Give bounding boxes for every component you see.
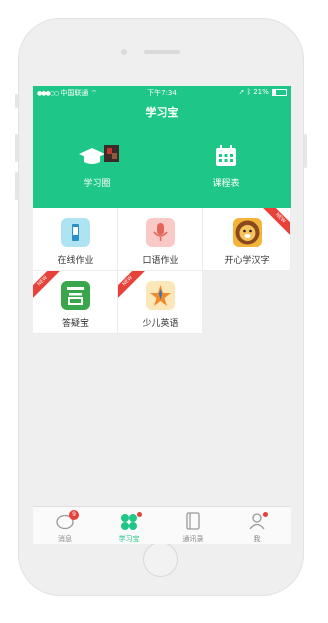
graduation-cap-icon	[79, 145, 119, 164]
star-icon	[146, 281, 175, 310]
page-title: 学习宝	[145, 106, 179, 119]
clover-icon	[121, 514, 137, 530]
home-button[interactable]	[143, 542, 178, 577]
study-circle-label: 学习圈	[83, 179, 111, 189]
battery-percent: 21%	[253, 88, 269, 96]
header: ●●●○○ 中国联通 ⌔ 下午7:34 ➚ ᛒ 21% 学习宝 学习圈 课程表	[33, 86, 291, 208]
address-book-icon	[186, 512, 200, 530]
bluetooth-icon: ᛒ	[246, 88, 251, 96]
pencil-icon	[61, 218, 90, 247]
status-right: ➚ ᛒ 21%	[239, 88, 287, 96]
app-label: 答疑宝	[61, 319, 89, 329]
app-happy-chinese[interactable]: 开心学汉字 NEW	[203, 208, 291, 271]
tab-label: 学习宝	[118, 535, 140, 543]
earpiece-speaker	[144, 50, 180, 54]
tab-me[interactable]: 我	[225, 507, 289, 544]
power-button	[304, 134, 307, 168]
microphone-icon	[146, 218, 175, 247]
front-camera	[121, 49, 127, 55]
volume-up-button	[15, 134, 18, 162]
microphone-glyph	[153, 223, 168, 241]
study-circle-icon-wrap	[57, 144, 137, 172]
schedule-button[interactable]: 课程表	[186, 144, 266, 189]
notification-dot	[263, 512, 268, 517]
answer-glyph	[67, 287, 84, 305]
tab-label: 消息	[58, 535, 72, 543]
tab-label: 我	[253, 535, 261, 543]
tab-bar: 9 消息 学习宝 通讯录 我	[33, 506, 291, 544]
unread-badge: 9	[69, 510, 79, 520]
pencil-glyph	[72, 224, 79, 241]
schedule-label: 课程表	[212, 179, 240, 189]
lion-glyph	[235, 220, 260, 245]
app-label: 少儿英语	[142, 319, 179, 329]
tab-study-treasure[interactable]: 学习宝	[97, 507, 161, 544]
silent-switch	[15, 94, 18, 108]
app-label: 在线作业	[57, 256, 94, 266]
status-bar: ●●●○○ 中国联通 ⌔ 下午7:34 ➚ ᛒ 21%	[33, 86, 291, 98]
app-kids-english[interactable]: 少儿英语 NEW	[118, 271, 203, 334]
calendar-icon	[216, 145, 236, 166]
new-ribbon: NEW	[258, 208, 290, 241]
app-label: 口语作业	[142, 256, 179, 266]
volume-down-button	[15, 172, 18, 200]
study-circle-button[interactable]: 学习圈	[57, 144, 137, 189]
answer-icon	[61, 281, 90, 310]
new-ribbon: NEW	[33, 271, 65, 304]
lion-icon	[233, 218, 262, 247]
notification-dot	[137, 512, 142, 517]
tab-contacts[interactable]: 通讯录	[161, 507, 225, 544]
app-screen: ●●●○○ 中国联通 ⌔ 下午7:34 ➚ ᛒ 21% 学习宝 学习圈 课程表 …	[33, 86, 291, 544]
star-glyph	[150, 285, 171, 306]
app-oral-homework[interactable]: 口语作业	[118, 208, 203, 271]
schedule-icon-wrap	[186, 144, 266, 172]
tab-messages[interactable]: 9 消息	[33, 507, 97, 544]
battery-icon	[272, 88, 287, 96]
new-ribbon: NEW	[118, 271, 150, 304]
app-label: 开心学汉字	[224, 256, 270, 266]
app-answer-treasure[interactable]: 答疑宝 NEW	[33, 271, 118, 334]
location-icon: ➚	[238, 88, 245, 96]
tab-label: 通讯录	[182, 535, 204, 543]
app-online-homework[interactable]: 在线作业	[33, 208, 118, 271]
